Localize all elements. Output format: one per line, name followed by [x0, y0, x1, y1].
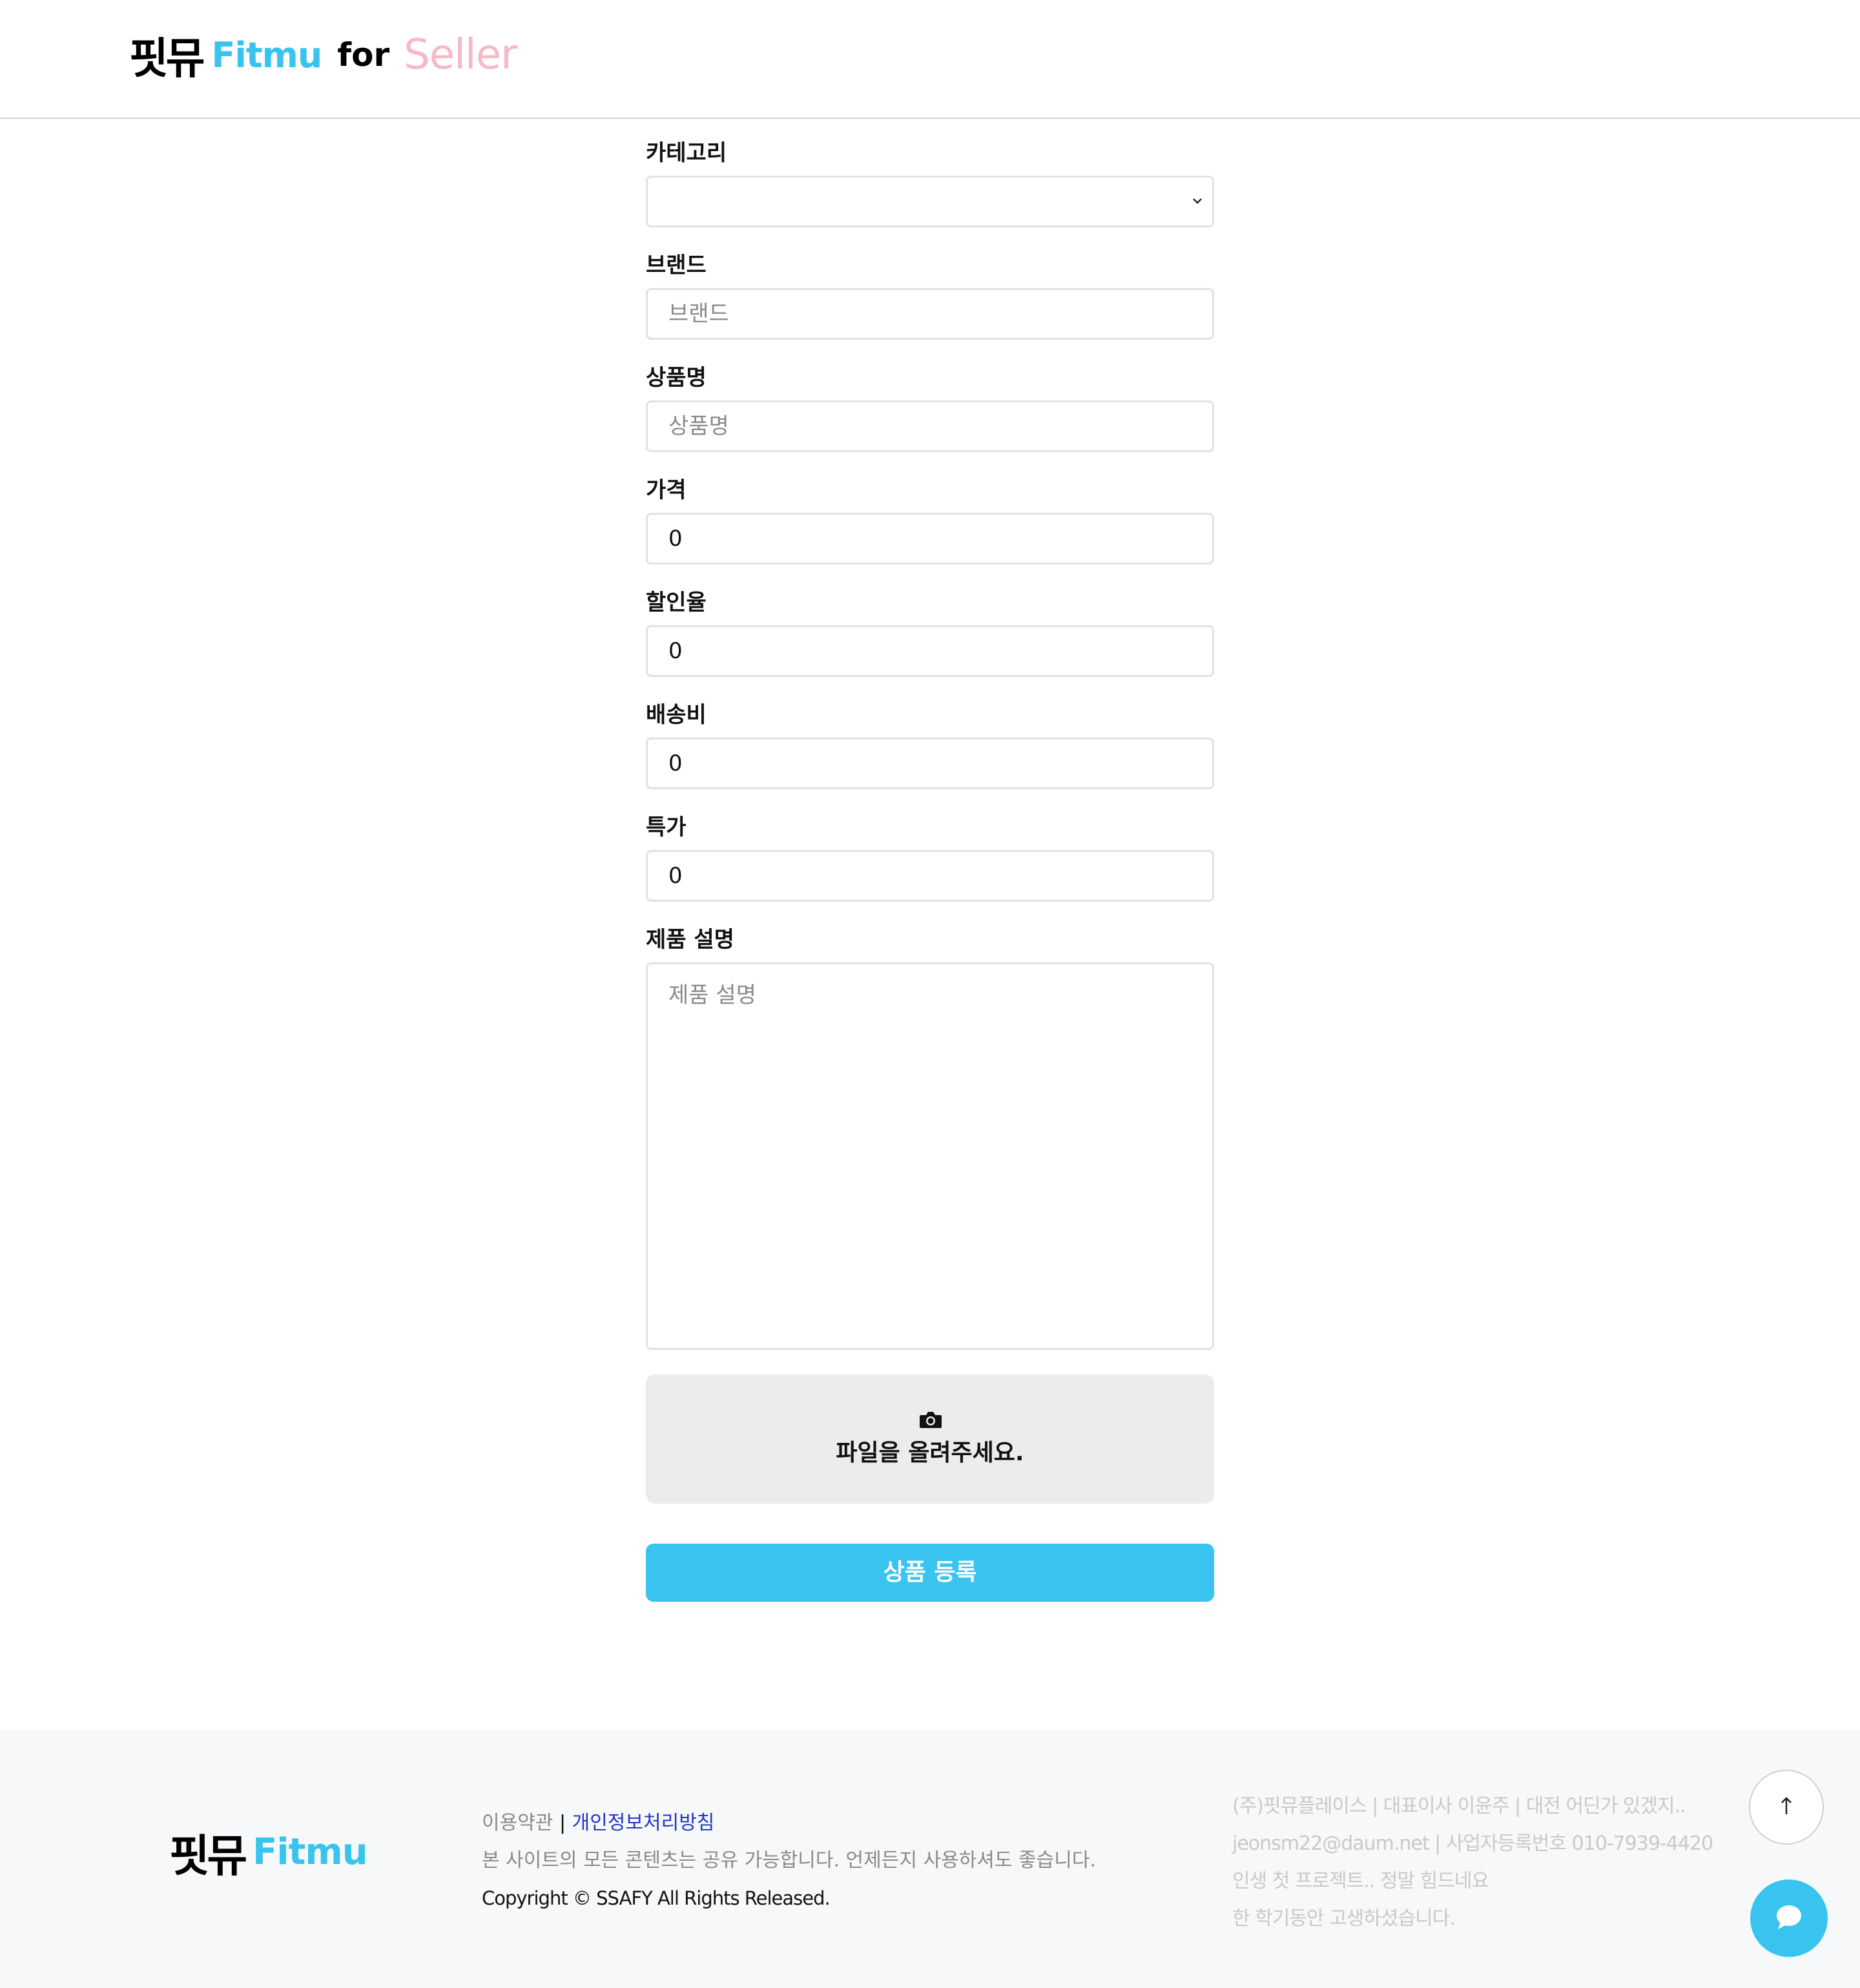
logo-for: for [337, 36, 390, 74]
footer-links: 이용약관 | 개인정보처리방침 본 사이트의 모든 콘텐츠는 공유 가능합니다.… [482, 1805, 1096, 1917]
terms-link[interactable]: 이용약관 [482, 1812, 553, 1834]
logo-korean: 핏뮤 [129, 34, 205, 83]
link-separator: | [559, 1812, 566, 1834]
file-upload-dropzone[interactable]: 파일을 올려주세요. [646, 1374, 1214, 1504]
product-name-field: 상품명 상품명 [646, 363, 1214, 452]
chat-button[interactable] [1750, 1879, 1828, 1957]
company-line: 인생 첫 프로젝트.. 정말 힘드네요 [1232, 1870, 1489, 1892]
chevron-down-icon [1192, 178, 1203, 244]
logo-english: Fitmu [211, 34, 322, 76]
description-textarea[interactable]: 제품 설명 [646, 962, 1214, 1350]
product-name-label: 상품명 [646, 365, 707, 391]
company-line: 한 학기동안 고생하셨습니다. [1232, 1907, 1456, 1930]
scroll-top-button[interactable] [1749, 1770, 1824, 1845]
discount-rate-input[interactable]: 0 [646, 625, 1214, 677]
special-price-label: 특가 [646, 814, 687, 840]
special-price-input[interactable]: 0 [646, 850, 1214, 902]
footer-logo[interactable]: 핏뮤 Fitmu [169, 1820, 368, 1884]
camera-icon [919, 1411, 942, 1429]
company-info: (주)핏뮤플레이스 | 대표이사 이윤주 | 대전 어딘가 있겠지.. jeon… [1232, 1788, 1713, 1938]
company-line: (주)핏뮤플레이스 | 대표이사 이윤주 | 대전 어딘가 있겠지.. [1232, 1795, 1686, 1817]
site-header: 핏뮤 Fitmu for Seller [0, 0, 1860, 119]
footer-logo-korean: 핏뮤 [169, 1831, 247, 1882]
brand-label: 브랜드 [646, 253, 707, 278]
register-product-button[interactable]: 상품 등록 [646, 1544, 1214, 1602]
shipping-fee-field: 배송비 0 [646, 700, 1214, 789]
price-input[interactable]: 0 [646, 513, 1214, 564]
price-label: 가격 [646, 477, 687, 503]
seller-logo[interactable]: 핏뮤 Fitmu for Seller [129, 26, 517, 84]
shipping-fee-input[interactable]: 0 [646, 738, 1214, 789]
category-label: 카테고리 [646, 140, 727, 166]
discount-rate-field: 할인율 0 [646, 588, 1214, 677]
copyright: Copyright © SSAFY All Rights Released. [482, 1887, 831, 1909]
privacy-link[interactable]: 개인정보처리방침 [572, 1812, 715, 1834]
product-name-input[interactable]: 상품명 [646, 400, 1214, 452]
arrow-up-icon [1779, 1796, 1794, 1818]
upload-text: 파일을 올려주세요. [836, 1440, 1024, 1466]
price-field: 가격 0 [646, 475, 1214, 564]
category-select[interactable] [646, 176, 1214, 227]
description-field: 제품 설명 제품 설명 [646, 925, 1214, 1350]
discount-rate-label: 할인율 [646, 590, 707, 616]
category-field: 카테고리 [646, 138, 1214, 227]
company-line: jeonsm22@daum.net | 사업자등록번호 010-7939-442… [1232, 1832, 1713, 1855]
brand-input[interactable]: 브랜드 [646, 288, 1214, 340]
special-price-field: 특가 0 [646, 813, 1214, 902]
description-label: 제품 설명 [646, 927, 734, 953]
shipping-fee-label: 배송비 [646, 702, 707, 728]
share-notice: 본 사이트의 모든 콘텐츠는 공유 가능합니다. 언제든지 사용하셔도 좋습니다… [482, 1849, 1096, 1872]
logo-seller: Seller [404, 31, 517, 79]
footer-logo-english: Fitmu [253, 1831, 367, 1873]
site-footer: 핏뮤 Fitmu 이용약관 | 개인정보처리방침 본 사이트의 모든 콘텐츠는 … [0, 1730, 1860, 1988]
brand-field: 브랜드 브랜드 [646, 251, 1214, 340]
chat-bubble-icon [1775, 1903, 1803, 1933]
